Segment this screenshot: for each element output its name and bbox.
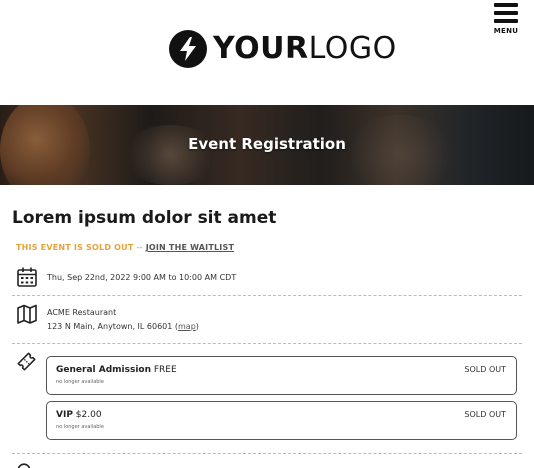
ticket-availability: no longer available (56, 379, 104, 385)
map-icon (17, 304, 37, 324)
venue-address: 123 N Main, Anytown, IL 60601 (47, 322, 173, 331)
ticket-option-general-admission[interactable]: General Admission FREE no longer availab… (46, 356, 517, 395)
lightning-bolt-icon (169, 30, 207, 68)
ticket-status: SOLD OUT (464, 365, 506, 374)
ticket-icon (17, 352, 36, 371)
hamburger-menu-icon (491, 3, 521, 23)
menu-label: MENU (493, 27, 519, 35)
sold-out-notice: THIS EVENT IS SOLD OUT -- JOIN THE WAITL… (16, 243, 234, 252)
ticket-availability: no longer available (56, 424, 104, 430)
ticket-price: FREE (153, 365, 177, 375)
venue-name: ACME Restaurant (47, 308, 117, 317)
ticket-title: General Admission FREE (56, 365, 177, 375)
section-divider (12, 295, 522, 296)
sold-out-text: THIS EVENT IS SOLD OUT (16, 243, 134, 252)
logo-wordmark-bold: YOUR (213, 31, 309, 66)
join-waitlist-link[interactable]: JOIN THE WAITLIST (146, 243, 234, 252)
ticket-name: General Admission (56, 365, 151, 375)
event-title: Lorem ipsum dolor sit amet (12, 208, 277, 228)
map-link[interactable]: map (178, 322, 196, 331)
ticket-name: VIP (56, 410, 73, 420)
ticket-option-vip[interactable]: VIP $2.00 no longer available SOLD OUT (46, 401, 517, 440)
banner-title: Event Registration (188, 135, 346, 153)
logo-wordmark: YOURLOGO (213, 29, 397, 69)
event-datetime: Thu, Sep 22nd, 2022 9:00 AM to 10:00 AM … (47, 273, 237, 282)
sold-out-separator: -- (136, 243, 143, 252)
section-divider (12, 453, 522, 454)
info-icon (17, 463, 31, 468)
site-logo[interactable]: YOURLOGO (169, 29, 397, 69)
event-location-row: ACME Restaurant 123 N Main, Anytown, IL … (12, 302, 522, 337)
hero-banner: Event Registration (0, 105, 534, 185)
event-date-row: Thu, Sep 22nd, 2022 9:00 AM to 10:00 AM … (12, 265, 522, 290)
logo-wordmark-light: LOGO (308, 31, 397, 66)
menu-button[interactable]: MENU (491, 3, 521, 35)
ticket-title: VIP $2.00 (56, 410, 102, 420)
section-divider (12, 343, 522, 344)
site-header: YOURLOGO MENU (0, 0, 534, 105)
ticket-status: SOLD OUT (464, 410, 506, 419)
venue-address-line: 123 N Main, Anytown, IL 60601 (map) (47, 320, 199, 333)
calendar-icon (17, 267, 37, 287)
ticket-price: $2.00 (75, 410, 102, 420)
map-paren-close: ) (195, 322, 199, 331)
